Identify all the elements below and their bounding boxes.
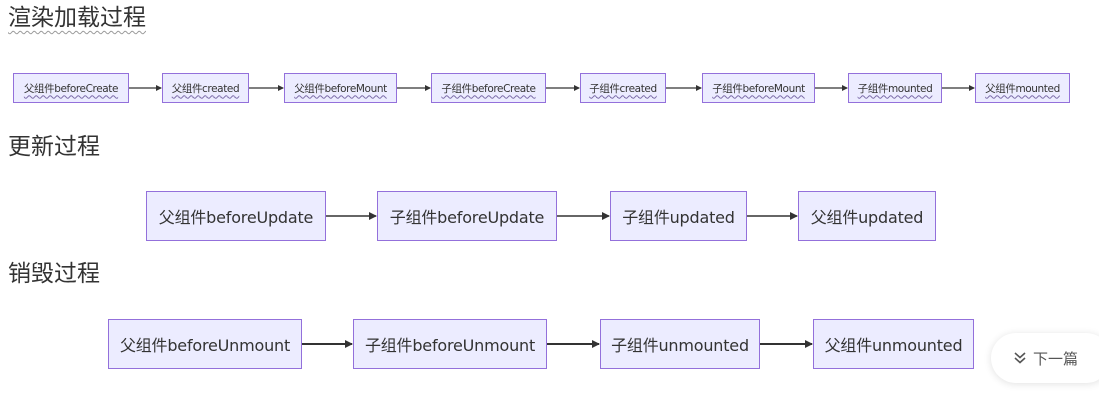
destroy-process-heading: 销毁过程 (8, 261, 100, 287)
flow-node: 子组件updated (610, 191, 747, 241)
flow-node: 子组件beforeUpdate (377, 191, 557, 241)
flow-node: 父组件updated (798, 191, 936, 241)
render-process-title: 渲染加载过程 (8, 5, 146, 31)
next-article-button[interactable]: 下一篇 (991, 333, 1099, 383)
flow-node: 父组件beforeMount (284, 73, 397, 103)
double-chevron-down-icon (1014, 352, 1026, 364)
flow-node: 子组件created (580, 73, 666, 103)
render-process-heading: 渲染加载过程 (8, 4, 146, 32)
next-article-label: 下一篇 (1033, 349, 1079, 368)
flow-node: 子组件beforeCreate (431, 73, 546, 103)
update-process-heading: 更新过程 (8, 134, 100, 160)
flow-node: 父组件unmounted (813, 319, 974, 369)
flow-node: 子组件mounted (848, 73, 942, 103)
flow-node: 父组件mounted (975, 73, 1070, 103)
flow-node: 父组件created (162, 73, 249, 103)
flow-node: 父组件beforeUpdate (146, 191, 326, 241)
flow-node: 子组件unmounted (600, 319, 760, 369)
flow-node: 子组件beforeUnmount (353, 319, 547, 369)
flow-node: 父组件beforeCreate (13, 73, 129, 103)
flow-node: 子组件beforeMount (702, 73, 815, 103)
flow-node: 父组件beforeUnmount (108, 319, 302, 369)
